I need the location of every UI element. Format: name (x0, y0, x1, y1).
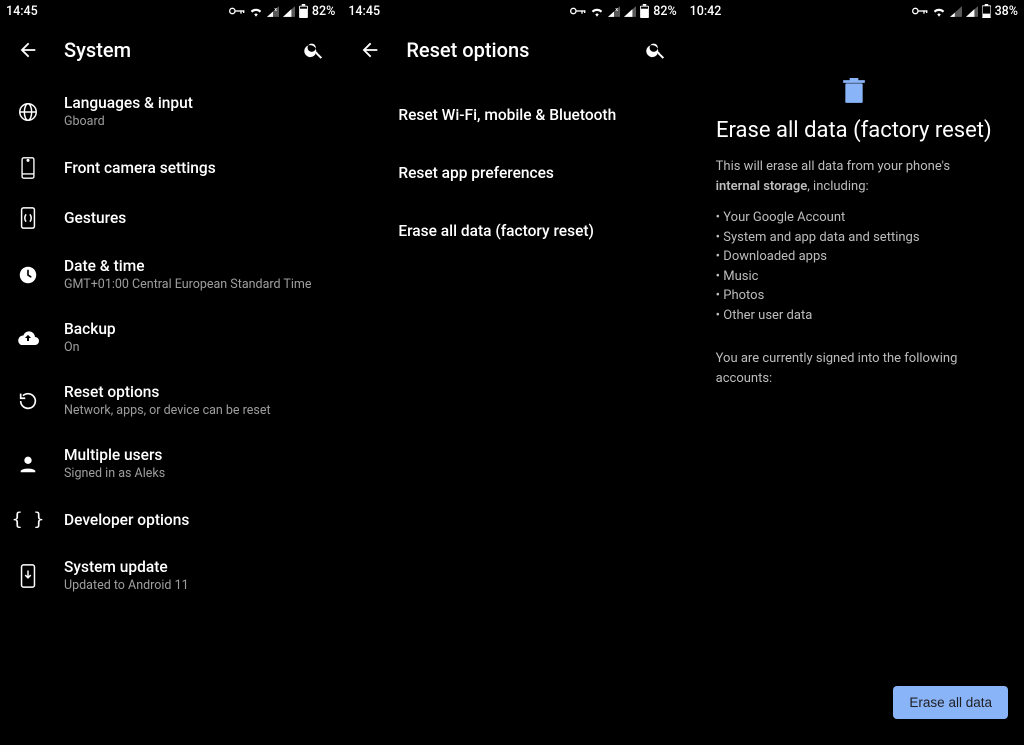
developer-icon: { } (16, 509, 40, 530)
screen-erase-all-data: 10:42 38% Erase all data (factory reset)… (683, 0, 1024, 745)
signal-1-icon: x (267, 6, 279, 17)
user-icon (16, 453, 40, 475)
status-battery-text: 82% (653, 4, 676, 19)
row-sub: Updated to Android 11 (64, 578, 189, 593)
battery-icon (982, 4, 991, 18)
erase-bullet: Downloaded apps (716, 247, 992, 267)
clock-icon (16, 264, 40, 286)
svg-text:x: x (615, 6, 618, 12)
status-battery-text: 82% (312, 4, 335, 19)
screen-reset-options: 14:45 x 82% Reset options Reset Wi-Fi, m… (341, 0, 682, 745)
signal-1-icon: x (608, 6, 620, 17)
search-button[interactable] (643, 37, 669, 63)
wifi-icon (249, 6, 263, 17)
row-developer-options[interactable]: { } Developer options (0, 495, 341, 544)
erase-intro: This will erase all data from your phone… (716, 157, 992, 196)
back-button[interactable] (14, 36, 42, 64)
app-bar: Reset options (342, 22, 682, 76)
key-icon (229, 6, 245, 16)
row-title: Date & time (64, 257, 311, 275)
row-title: Backup (64, 320, 116, 338)
status-right: x 82% (570, 4, 676, 19)
wifi-icon (932, 6, 946, 17)
row-title: Gestures (64, 209, 126, 227)
system-update-icon (16, 564, 40, 588)
row-title: Reset options (64, 383, 271, 401)
opt-reset-app-prefs[interactable]: Reset app preferences (342, 144, 682, 202)
globe-icon (16, 101, 40, 123)
back-button[interactable] (356, 36, 384, 64)
status-bar: 10:42 38% (684, 0, 1024, 22)
svg-text:x: x (274, 6, 277, 12)
erase-bullet: System and app data and settings (716, 228, 992, 248)
screen-system: 14:45 x 82% System Languages & input Gboa… (0, 0, 341, 745)
erase-bullet: Your Google Account (716, 208, 992, 228)
opt-erase-all-data[interactable]: Erase all data (factory reset) (342, 202, 682, 260)
row-system-update[interactable]: System update Updated to Android 11 (0, 544, 341, 607)
erase-title: Erase all data (factory reset) (704, 118, 1004, 143)
page-title: System (64, 38, 301, 62)
status-time: 14:45 (348, 4, 380, 19)
battery-icon (640, 4, 649, 18)
wifi-icon (590, 6, 604, 17)
row-title: Languages & input (64, 94, 193, 112)
erase-bullet: Other user data (716, 306, 992, 326)
phone-camera-icon (16, 157, 40, 179)
row-date-time[interactable]: Date & time GMT+01:00 Central European St… (0, 243, 341, 306)
erase-bullet: Photos (716, 286, 992, 306)
cloud-upload-icon (16, 329, 40, 347)
row-title: System update (64, 558, 189, 576)
row-gestures[interactable]: Gestures (0, 193, 341, 243)
row-sub: Signed in as Aleks (64, 466, 165, 481)
key-icon (570, 6, 586, 16)
page-title: Reset options (406, 38, 642, 62)
signal-1-icon (950, 6, 962, 17)
app-bar: System (0, 22, 341, 76)
status-right: x 82% (229, 4, 335, 19)
battery-icon (299, 4, 308, 18)
status-bar: 14:45 x 82% (342, 0, 682, 22)
row-sub: GMT+01:00 Central European Standard Time (64, 277, 311, 292)
row-title: Multiple users (64, 446, 165, 464)
signal-2-icon (624, 6, 636, 17)
row-title: Front camera settings (64, 159, 216, 177)
key-icon (912, 6, 928, 16)
erase-all-data-button[interactable]: Erase all data (893, 686, 1008, 719)
row-sub: Network, apps, or device can be reset (64, 403, 271, 418)
row-multiple-users[interactable]: Multiple users Signed in as Aleks (0, 432, 341, 495)
status-time: 10:42 (690, 4, 722, 19)
status-time: 14:45 (6, 4, 38, 19)
reset-icon (16, 390, 40, 412)
signal-2-icon (283, 6, 295, 17)
status-battery-text: 38% (995, 4, 1018, 19)
search-button[interactable] (301, 37, 327, 63)
row-reset-options[interactable]: Reset options Network, apps, or device ca… (0, 369, 341, 432)
signal-2-icon (966, 6, 978, 17)
row-sub: On (64, 340, 116, 355)
row-languages-input[interactable]: Languages & input Gboard (0, 80, 341, 143)
erase-bullet: Music (716, 267, 992, 287)
settings-list: Languages & input Gboard Front camera set… (0, 76, 341, 611)
gestures-icon (16, 207, 40, 229)
row-backup[interactable]: Backup On (0, 306, 341, 369)
status-right: 38% (912, 4, 1018, 19)
erase-bullet-list: Your Google Account System and app data … (716, 208, 992, 325)
opt-reset-network[interactable]: Reset Wi-Fi, mobile & Bluetooth (342, 86, 682, 144)
reset-options-list: Reset Wi-Fi, mobile & Bluetooth Reset ap… (342, 76, 682, 264)
erase-signed-text: You are currently signed into the follow… (716, 349, 992, 388)
row-title: Developer options (64, 511, 189, 529)
row-sub: Gboard (64, 114, 193, 129)
trash-icon (843, 78, 865, 104)
row-front-camera[interactable]: Front camera settings (0, 143, 341, 193)
status-bar: 14:45 x 82% (0, 0, 341, 22)
erase-content: Erase all data (factory reset) This will… (684, 22, 1024, 388)
